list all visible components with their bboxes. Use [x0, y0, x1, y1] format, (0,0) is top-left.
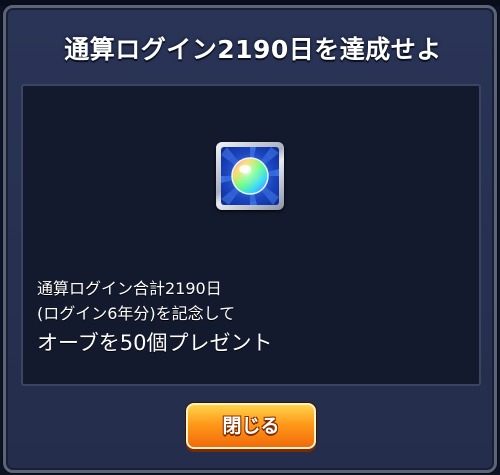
reward-item — [216, 142, 284, 210]
game-screen: 通算ログイン2190日を達成せよ 通算ログイン合計2190日 (ログイン6年分)… — [0, 0, 500, 475]
dialog-title: 通算ログイン2190日を達成せよ — [64, 35, 442, 64]
reward-background — [221, 147, 279, 205]
message-line-2: (ログイン6年分)を記念して — [37, 304, 236, 323]
dialog-content: 通算ログイン合計2190日 (ログイン6年分)を記念して オーブを50個プレゼン… — [21, 84, 481, 386]
close-button[interactable]: 閉じる — [186, 403, 316, 449]
mission-dialog: 通算ログイン2190日を達成せよ 通算ログイン合計2190日 (ログイン6年分)… — [3, 5, 497, 473]
orb-icon — [221, 147, 279, 205]
message-line-3: オーブを50個プレゼント — [37, 331, 273, 355]
close-button-label: 閉じる — [222, 415, 280, 437]
message-line-1: 通算ログイン合計2190日 — [37, 279, 222, 298]
reward-message: 通算ログイン合計2190日 (ログイン6年分)を記念して オーブを50個プレゼン… — [37, 276, 272, 358]
